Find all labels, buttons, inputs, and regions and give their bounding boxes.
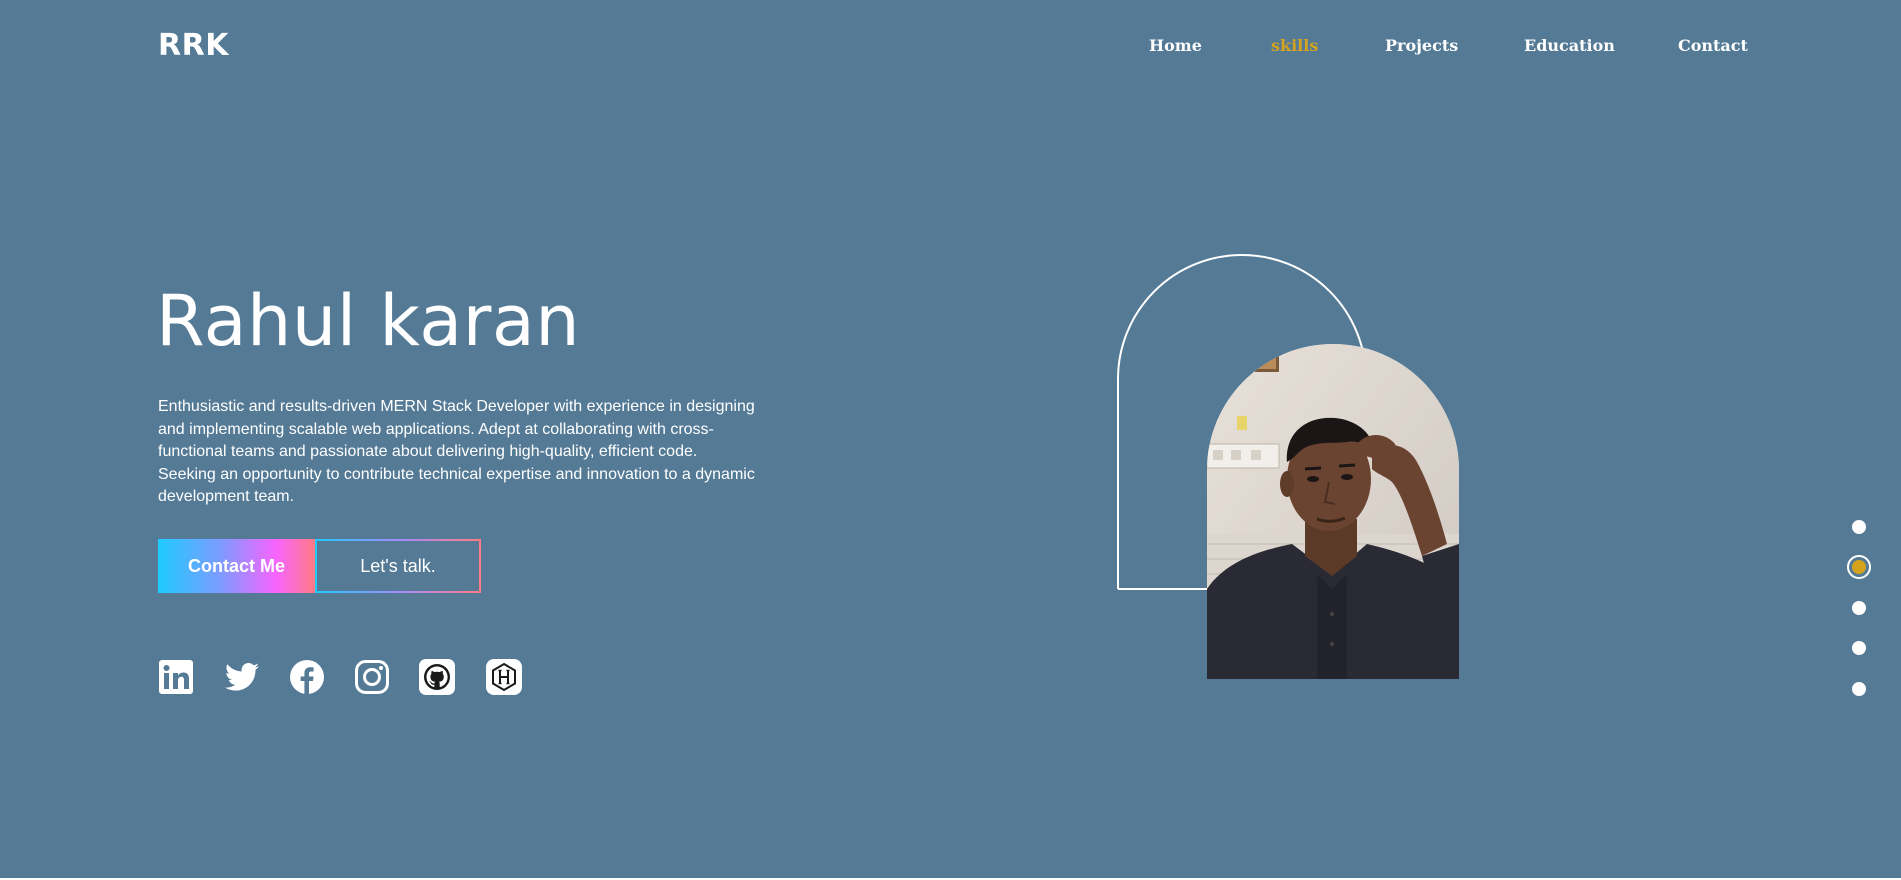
section-dot-5[interactable]: [1852, 682, 1866, 696]
section-dot-1[interactable]: [1852, 520, 1866, 534]
contact-me-button[interactable]: Contact Me: [158, 539, 315, 593]
section-dot-4[interactable]: [1852, 641, 1866, 655]
section-dot-3[interactable]: [1852, 601, 1866, 615]
hashnode-icon[interactable]: [486, 659, 522, 695]
section-dot-2-active[interactable]: [1847, 555, 1871, 579]
linkedin-icon[interactable]: [158, 659, 194, 695]
nav-projects[interactable]: Projects: [1385, 36, 1458, 55]
instagram-icon[interactable]: [354, 659, 390, 695]
hero-bio: Enthusiastic and results-driven MERN Sta…: [158, 398, 755, 505]
hero-section: RRK Home skills Projects Education Conta…: [0, 0, 1901, 878]
section-dot-2-active-fill: [1852, 560, 1866, 574]
github-icon[interactable]: [419, 659, 455, 695]
lets-talk-button[interactable]: Let's talk.: [315, 539, 481, 593]
site-logo[interactable]: RRK: [158, 28, 229, 63]
nav-home[interactable]: Home: [1149, 36, 1202, 55]
nav-skills[interactable]: skills: [1271, 36, 1318, 55]
twitter-icon[interactable]: [224, 659, 260, 695]
profile-photo: [1207, 344, 1459, 679]
hero-name: Rahul karan: [156, 280, 581, 362]
facebook-icon[interactable]: [289, 659, 325, 695]
nav-education[interactable]: Education: [1524, 36, 1615, 55]
nav-contact[interactable]: Contact: [1678, 36, 1748, 55]
